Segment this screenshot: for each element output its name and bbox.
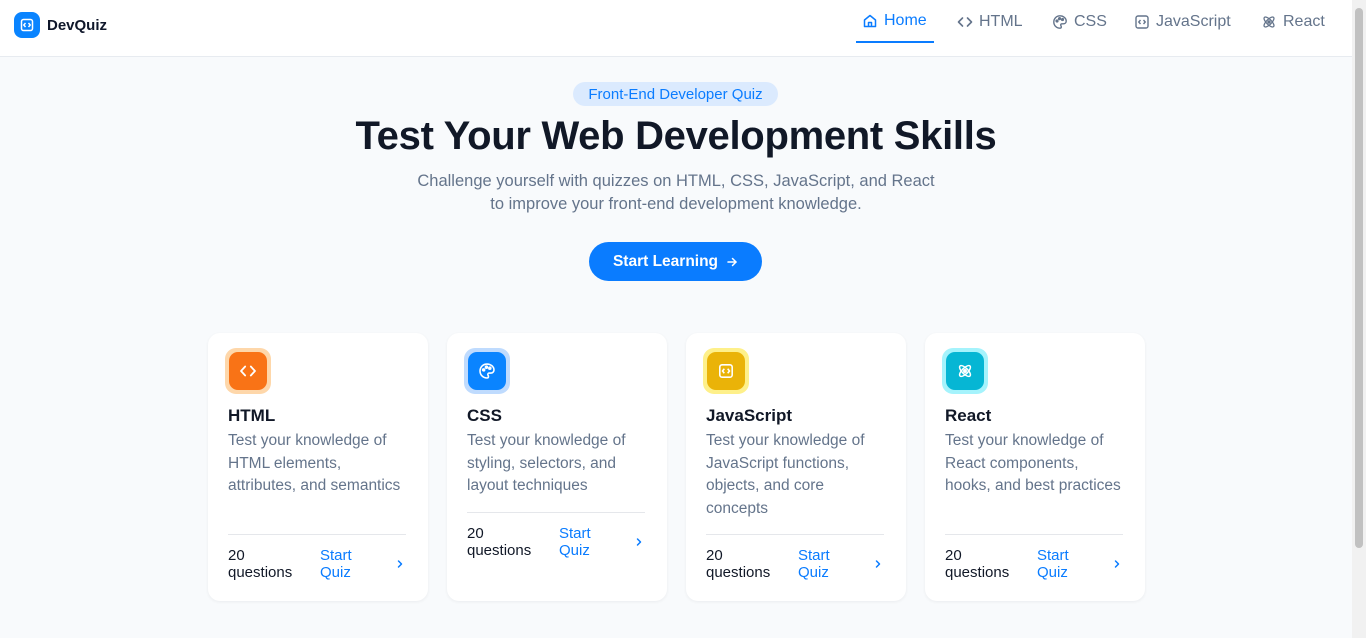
card-title: HTML	[228, 406, 276, 425]
palette-icon	[468, 352, 506, 390]
code-brackets-icon	[229, 352, 267, 390]
start-quiz-label: Start	[320, 547, 352, 564]
hero-subtitle-line: Challenge yourself with quizzes on HTML,…	[417, 172, 935, 190]
question-count-number: 20	[228, 547, 245, 564]
start-learning-button[interactable]: Start Learning	[589, 242, 762, 281]
arrow-right-icon	[726, 256, 738, 268]
code-file-icon	[14, 12, 40, 38]
hero-subtitle-line: to improve your front-end development kn…	[490, 195, 862, 213]
card-title: CSS	[467, 406, 502, 425]
brand-name: DevQuiz	[47, 16, 108, 34]
question-count: 20 questions	[706, 547, 786, 581]
chevron-right-icon[interactable]	[396, 559, 404, 569]
hero-subtitle: Challenge yourself with quizzes on HTML,…	[376, 170, 976, 216]
top-navbar: DevQuiz Home HTML CSS JavaScript React	[0, 0, 1352, 57]
card-description: Test your knowledge of React components,…	[945, 432, 1121, 495]
nav-item-label: CSS	[1074, 13, 1107, 30]
card-icon-wrapper	[703, 348, 749, 394]
quiz-card-javascript: JavaScript Test your knowledge of JavaSc…	[686, 333, 906, 601]
question-count-number: 20	[945, 547, 962, 564]
nav-item-home[interactable]: Home	[856, 0, 934, 43]
start-quiz-link[interactable]: Start Quiz	[320, 547, 380, 581]
start-quiz-label: Quiz	[1037, 564, 1068, 581]
question-count: 20 questions	[228, 547, 308, 581]
chevron-right-icon[interactable]	[874, 559, 882, 569]
card-icon-wrapper	[225, 348, 271, 394]
card-title: React	[945, 406, 992, 425]
start-quiz-label: Quiz	[559, 542, 590, 559]
start-quiz-label: Start	[1037, 547, 1069, 564]
scrollbar-thumb[interactable]	[1355, 8, 1363, 548]
atom-icon	[1261, 14, 1277, 30]
card-icon-wrapper	[464, 348, 510, 394]
code-file-icon	[1134, 14, 1150, 30]
hero-badge: Front-End Developer Quiz	[573, 82, 778, 106]
question-count-label: questions	[467, 542, 532, 559]
question-count: 20 questions	[467, 525, 547, 559]
question-count-number: 20	[467, 525, 484, 542]
nav-item-label: Home	[884, 11, 927, 29]
start-quiz-link[interactable]: Start Quiz	[798, 547, 858, 581]
brand[interactable]: DevQuiz	[14, 12, 107, 38]
card-divider	[228, 534, 406, 535]
nav-item-label: HTML	[979, 13, 1023, 30]
quiz-card-html: HTML Test your knowledge of HTML element…	[208, 333, 428, 601]
quiz-card-react: React Test your knowledge of React compo…	[925, 333, 1145, 601]
nav-item-label: JavaScript	[1156, 13, 1231, 30]
quiz-card-css: CSS Test your knowledge of styling, sele…	[447, 333, 667, 601]
start-quiz-label: Quiz	[798, 564, 829, 581]
card-title: JavaScript	[706, 406, 792, 425]
question-count-label: questions	[706, 564, 771, 581]
code-file-icon	[707, 352, 745, 390]
nav-item-label: React	[1283, 13, 1325, 30]
chevron-right-icon[interactable]	[635, 537, 643, 547]
vertical-scrollbar[interactable]	[1352, 0, 1366, 638]
hero-title: Test Your Web Development Skills	[355, 114, 997, 158]
card-description: Test your knowledge of styling, selector…	[467, 432, 626, 495]
question-count-label: questions	[945, 564, 1010, 581]
card-icon-wrapper	[942, 348, 988, 394]
card-description: Test your knowledge of HTML elements, at…	[228, 432, 401, 495]
start-quiz-label: Start	[559, 525, 591, 542]
chevron-right-icon[interactable]	[1113, 559, 1121, 569]
home-icon	[862, 13, 878, 29]
nav-item-css[interactable]: CSS	[1052, 0, 1107, 44]
start-quiz-link[interactable]: Start Quiz	[559, 525, 619, 559]
start-quiz-label: Quiz	[320, 564, 351, 581]
start-quiz-label: Start	[798, 547, 830, 564]
card-divider	[706, 534, 884, 535]
question-count-label: questions	[228, 564, 293, 581]
question-count-number: 20	[706, 547, 723, 564]
nav-item-react[interactable]: React	[1261, 0, 1325, 44]
card-description: Test your knowledge of JavaScript functi…	[706, 432, 865, 518]
card-divider	[945, 534, 1123, 535]
atom-icon	[946, 352, 984, 390]
code-brackets-icon	[957, 14, 973, 30]
card-divider	[467, 512, 645, 513]
nav-item-html[interactable]: HTML	[957, 0, 1023, 44]
question-count: 20 questions	[945, 547, 1025, 581]
start-learning-label: Start Learning	[612, 252, 719, 270]
start-quiz-link[interactable]: Start Quiz	[1037, 547, 1097, 581]
palette-icon	[1052, 14, 1068, 30]
nav-item-javascript[interactable]: JavaScript	[1134, 0, 1231, 44]
